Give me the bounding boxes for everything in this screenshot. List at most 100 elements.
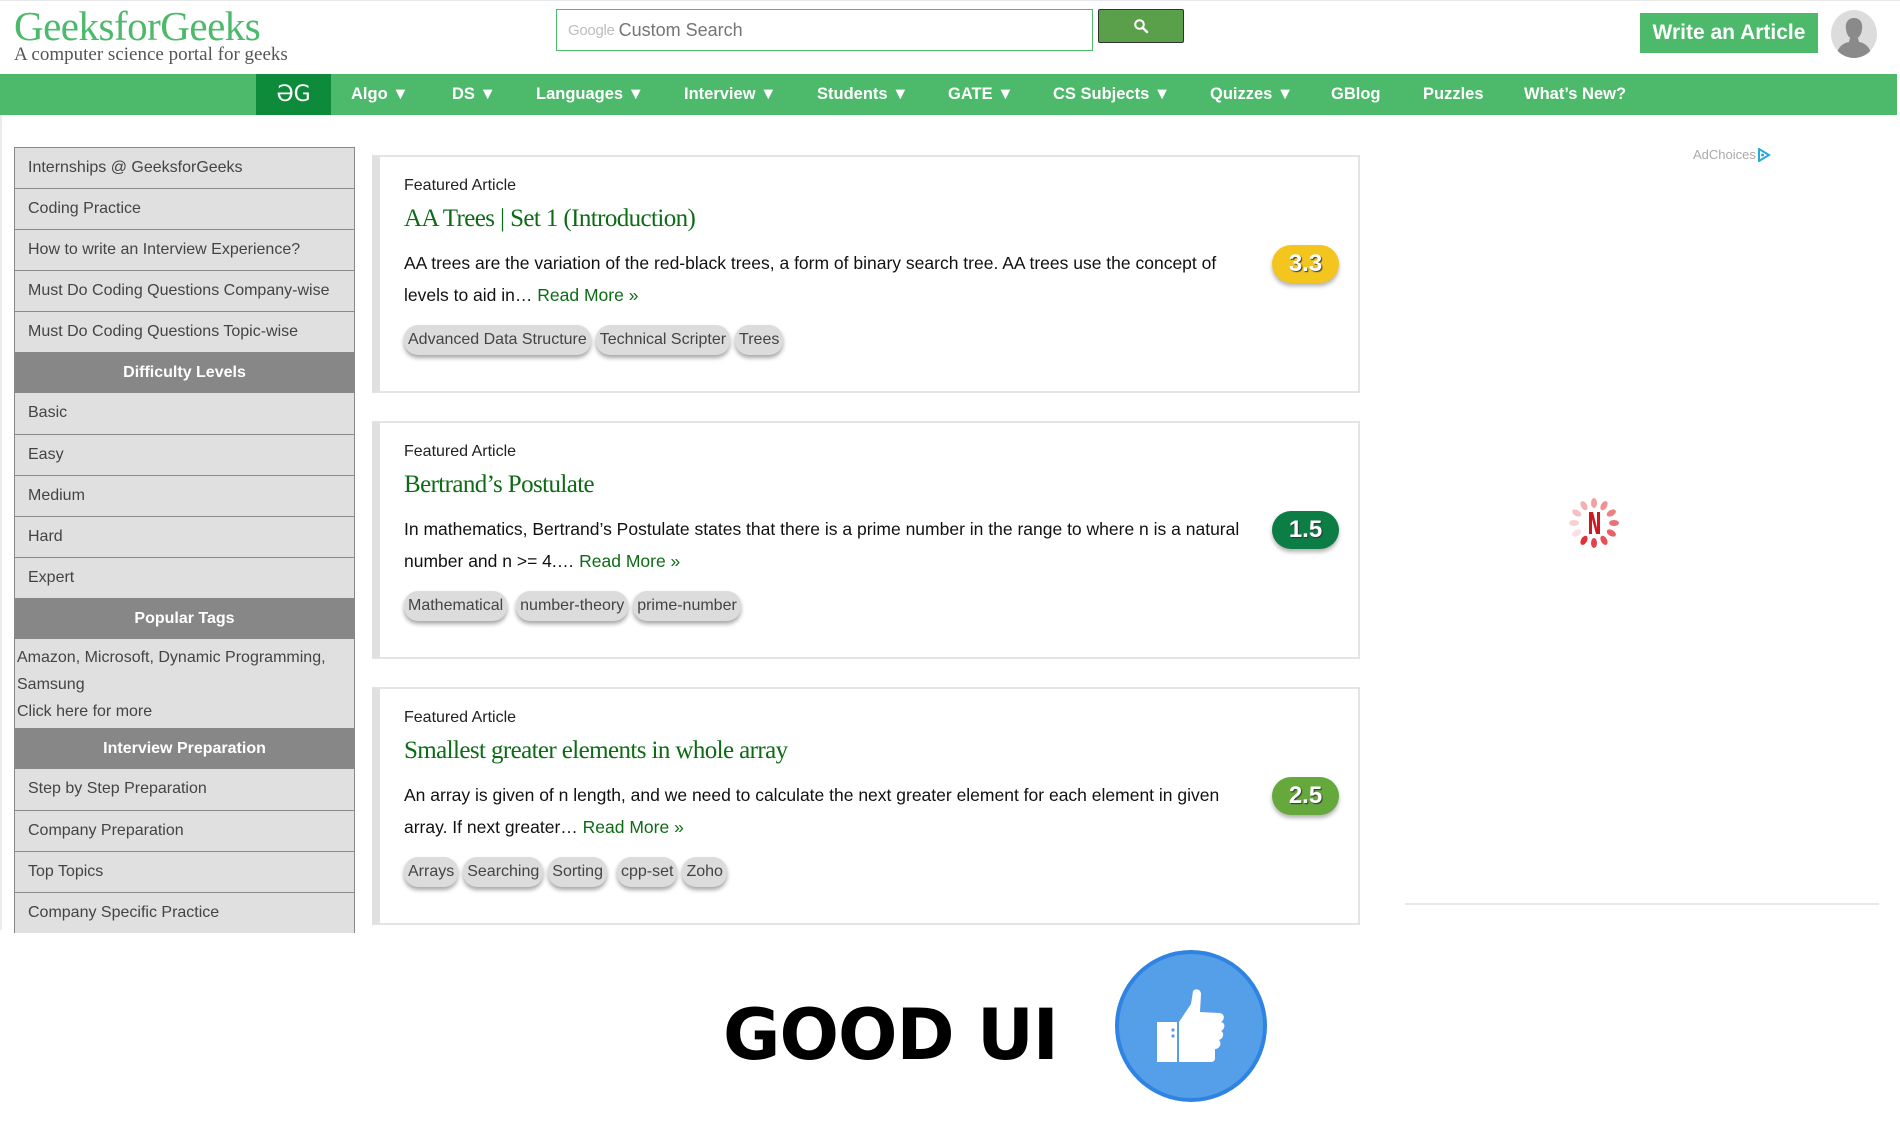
tag[interactable]: Zoho	[682, 857, 727, 887]
featured-label: Featured Article	[404, 443, 517, 460]
difficulty-rating-badge: 2.5	[1272, 777, 1339, 815]
tag[interactable]: cpp-set	[616, 857, 678, 887]
sidebar-item-coding-practice[interactable]: Coding Practice	[15, 188, 354, 229]
top-border	[0, 0, 1900, 1]
nav-home-logo[interactable]: ƏG	[256, 74, 331, 115]
featured-label: Featured Article	[404, 177, 517, 194]
sidebar-item-medium[interactable]: Medium	[15, 475, 354, 516]
tag-list: Arrays Searching Sorting cpp-set Zoho	[404, 857, 727, 887]
article-card: Featured Article Smallest greater elemen…	[372, 687, 1360, 925]
excerpt-text: An array is given of n length, and we ne…	[404, 785, 1220, 837]
sidebar-item-internships[interactable]: Internships @ GeeksforGeeks	[15, 147, 354, 188]
tag[interactable]: Sorting	[548, 857, 607, 887]
search-button[interactable]	[1098, 9, 1184, 43]
featured-label: Featured Article	[404, 709, 517, 726]
article-excerpt: In mathematics, Bertrand’s Postulate sta…	[404, 513, 1254, 577]
sidebar-item-expert[interactable]: Expert	[15, 557, 354, 598]
spinner-petal	[1580, 501, 1588, 511]
thumbs-up-button[interactable]	[1115, 950, 1267, 1102]
sidebar-item-step-by-step[interactable]: Step by Step Preparation	[15, 769, 354, 810]
search-brand: Google	[568, 21, 615, 39]
sidebar-heading-popular-tags: Popular Tags	[15, 598, 354, 639]
tag[interactable]: Technical Scripter	[595, 325, 731, 355]
page-left-border	[0, 115, 2, 930]
nav-item-ds[interactable]: DS ▼	[452, 74, 496, 115]
article-title[interactable]: AA Trees | Set 1 (Introduction)	[404, 205, 696, 233]
spinner-petal	[1572, 509, 1582, 517]
nav-item-languages[interactable]: Languages ▼	[536, 74, 644, 115]
spinner-petal	[1600, 501, 1608, 511]
main-nav: ƏG Algo ▼ DS ▼ Languages ▼ Interview ▼ S…	[0, 74, 1897, 115]
spinner-petal	[1591, 498, 1597, 508]
excerpt-text: In mathematics, Bertrand’s Postulate sta…	[404, 519, 1240, 571]
sidebar-heading-difficulty: Difficulty Levels	[15, 352, 354, 393]
adchoices-label: AdChoices	[1693, 147, 1756, 162]
search-field[interactable]: Google	[556, 9, 1093, 51]
nav-item-gate[interactable]: GATE ▼	[948, 74, 1014, 115]
spinner-petal	[1609, 520, 1619, 526]
tag[interactable]: prime-number	[633, 591, 741, 621]
search-icon	[1134, 19, 1149, 34]
sidebar-item-hard[interactable]: Hard	[15, 516, 354, 557]
read-more-link[interactable]: Read More »	[579, 551, 680, 571]
tag[interactable]: number-theory	[516, 591, 629, 621]
difficulty-rating-badge: 3.3	[1272, 245, 1339, 283]
sidebar-item-easy[interactable]: Easy	[15, 434, 354, 475]
popular-tags-list[interactable]: Amazon, Microsoft, Dynamic Programming, …	[17, 644, 352, 698]
nav-item-cs-subjects[interactable]: CS Subjects ▼	[1053, 74, 1170, 115]
ad-divider	[1405, 903, 1879, 905]
adchoices-icon	[1757, 147, 1771, 162]
nav-item-quizzes[interactable]: Quizzes ▼	[1210, 74, 1293, 115]
nav-item-interview[interactable]: Interview ▼	[684, 74, 776, 115]
write-article-button[interactable]: Write an Article	[1640, 13, 1818, 53]
popular-tags-block: Amazon, Microsoft, Dynamic Programming, …	[15, 639, 354, 728]
sidebar-item-interview-experience[interactable]: How to write an Interview Experience?	[15, 229, 354, 270]
tag[interactable]: Trees	[735, 325, 784, 355]
sidebar-item-company-specific[interactable]: Company Specific Practice	[15, 892, 354, 933]
search-input[interactable]	[618, 19, 1069, 41]
tag[interactable]: Mathematical	[404, 591, 508, 621]
logo-title: GeeksforGeeks	[14, 3, 261, 49]
article-excerpt: AA trees are the variation of the red-bl…	[404, 247, 1254, 311]
nav-item-students[interactable]: Students ▼	[817, 74, 909, 115]
article-excerpt: An array is given of n length, and we ne…	[404, 779, 1254, 843]
article-title[interactable]: Bertrand’s Postulate	[404, 471, 595, 499]
nav-item-gblog[interactable]: GBlog	[1331, 74, 1381, 115]
spinner-petal	[1606, 529, 1616, 537]
spinner-petal	[1580, 535, 1588, 545]
excerpt-text: AA trees are the variation of the red-bl…	[404, 253, 1217, 305]
spinner-petal	[1606, 509, 1616, 517]
thumbs-up-icon	[1157, 989, 1225, 1062]
spinner-petal	[1600, 535, 1608, 545]
read-more-link[interactable]: Read More »	[583, 817, 684, 837]
spinner-petal	[1572, 529, 1582, 537]
user-avatar[interactable]	[1831, 10, 1877, 58]
nav-item-algo[interactable]: Algo ▼	[351, 74, 409, 115]
sidebar-heading-interview-prep: Interview Preparation	[15, 728, 354, 769]
sidebar-item-company-preparation[interactable]: Company Preparation	[15, 810, 354, 851]
sidebar-item-topic-wise[interactable]: Must Do Coding Questions Topic-wise	[15, 311, 354, 352]
sidebar-item-basic[interactable]: Basic	[15, 393, 354, 434]
nav-item-puzzles[interactable]: Puzzles	[1423, 74, 1484, 115]
site-logo[interactable]: GeeksforGeeks A computer science portal …	[14, 4, 288, 64]
popular-tags-more-link[interactable]: Click here for more	[17, 698, 352, 725]
netflix-loading-spinner-icon	[1569, 498, 1619, 548]
read-more-link[interactable]: Read More »	[537, 285, 638, 305]
user-avatar-icon	[1836, 18, 1872, 58]
article-card: Featured Article Bertrand’s Postulate In…	[372, 421, 1360, 659]
sidebar-item-company-wise[interactable]: Must Do Coding Questions Company-wise	[15, 270, 354, 311]
spinner-petal	[1569, 520, 1579, 526]
spinner-petal	[1591, 538, 1597, 548]
adchoices-link[interactable]: AdChoices	[1693, 147, 1771, 162]
sidebar-item-top-topics[interactable]: Top Topics	[15, 851, 354, 892]
tag[interactable]: Searching	[463, 857, 544, 887]
article-card: Featured Article AA Trees | Set 1 (Intro…	[372, 155, 1360, 393]
sidebar: Internships @ GeeksforGeeks Coding Pract…	[14, 147, 355, 933]
tag-list: Advanced Data Structure Technical Script…	[404, 325, 784, 355]
tag[interactable]: Arrays	[404, 857, 459, 887]
nav-item-whats-new[interactable]: What’s New?	[1524, 74, 1626, 115]
article-title[interactable]: Smallest greater elements in whole array	[404, 737, 788, 765]
logo-subtitle: A computer science portal for geeks	[14, 44, 288, 65]
tag[interactable]: Advanced Data Structure	[404, 325, 591, 355]
difficulty-rating-badge: 1.5	[1272, 511, 1339, 549]
